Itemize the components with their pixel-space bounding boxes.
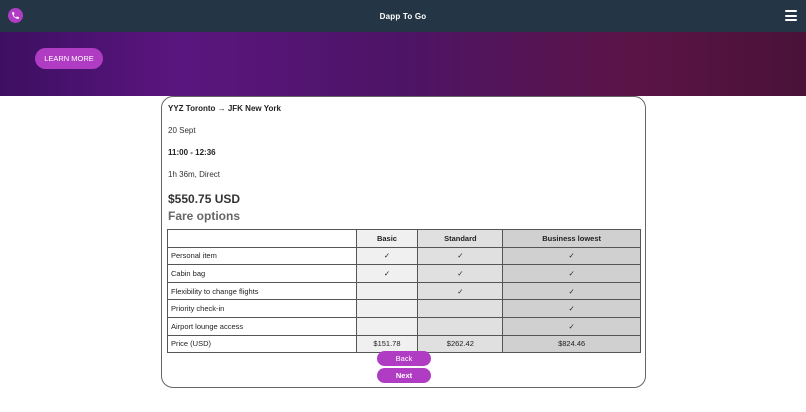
feature-cell: Flexibility to change flights xyxy=(167,281,357,301)
feature-cell: Airport lounge access xyxy=(167,316,357,336)
business-cell: ✓ xyxy=(502,264,641,283)
flight-duration: 1h 36m, Direct xyxy=(168,170,221,179)
column-header-business-lowest: Business lowest xyxy=(502,229,641,248)
business-price-cell: $824.46 xyxy=(502,334,641,354)
basic-cell: ✓ xyxy=(355,246,419,266)
standard-price-cell: $262.42 xyxy=(417,334,504,354)
feature-cell: Priority check-in xyxy=(167,299,357,318)
menu-bar xyxy=(785,19,797,21)
feature-cell: Cabin bag xyxy=(167,264,357,283)
standard-cell: ✓ xyxy=(417,246,504,266)
table-row: Priority check-in ✓ xyxy=(167,299,641,318)
flight-details-card: YYZ Toronto → JFK New York 20 Sept 11:00… xyxy=(161,96,646,388)
menu-bar xyxy=(785,10,797,12)
table-row: Airport lounge access ✓ xyxy=(167,316,641,336)
basic-cell: ✓ xyxy=(355,264,419,283)
standard-cell xyxy=(417,316,504,336)
business-cell: ✓ xyxy=(502,299,641,318)
table-row: Flexibility to change flights ✓ ✓ xyxy=(167,281,641,301)
business-cell: ✓ xyxy=(502,316,641,336)
standard-cell: ✓ xyxy=(417,264,504,283)
standard-cell xyxy=(417,299,504,318)
hero-banner: LEARN MORE xyxy=(0,32,806,96)
menu-bar xyxy=(785,14,797,17)
column-header-standard: Standard xyxy=(417,229,504,248)
brand-title: Dapp To Go xyxy=(379,11,427,21)
hamburger-menu-icon[interactable] xyxy=(785,10,797,21)
basic-cell xyxy=(355,316,419,336)
column-header-feature xyxy=(167,229,357,248)
basic-cell xyxy=(355,281,419,301)
fare-options-title: Fare options xyxy=(168,209,241,223)
flight-price: $550.75 USD xyxy=(168,192,241,206)
phone-icon[interactable] xyxy=(8,8,23,23)
table-row: Personal item ✓ ✓ ✓ xyxy=(167,246,641,266)
flight-date: 20 Sept xyxy=(168,126,196,135)
basic-cell xyxy=(355,299,419,318)
table-header-row: Basic Standard Business lowest xyxy=(167,229,641,248)
learn-more-button[interactable]: LEARN MORE xyxy=(35,48,103,69)
feature-cell: Price (USD) xyxy=(167,334,357,354)
business-cell: ✓ xyxy=(502,281,641,301)
flight-time: 11:00 - 12:36 xyxy=(168,148,216,157)
table-row: Cabin bag ✓ ✓ ✓ xyxy=(167,264,641,283)
standard-cell: ✓ xyxy=(417,281,504,301)
business-cell: ✓ xyxy=(502,246,641,266)
top-navigation-bar: Dapp To Go xyxy=(0,0,806,32)
flight-route: YYZ Toronto → JFK New York xyxy=(168,104,281,113)
back-button[interactable]: Back xyxy=(377,351,431,366)
phone-icon-glyph xyxy=(12,12,19,19)
fare-options-table: Basic Standard Business lowest Personal … xyxy=(167,229,641,354)
feature-cell: Personal item xyxy=(167,246,357,266)
next-button[interactable]: Next xyxy=(377,368,431,383)
column-header-basic: Basic xyxy=(355,229,419,248)
